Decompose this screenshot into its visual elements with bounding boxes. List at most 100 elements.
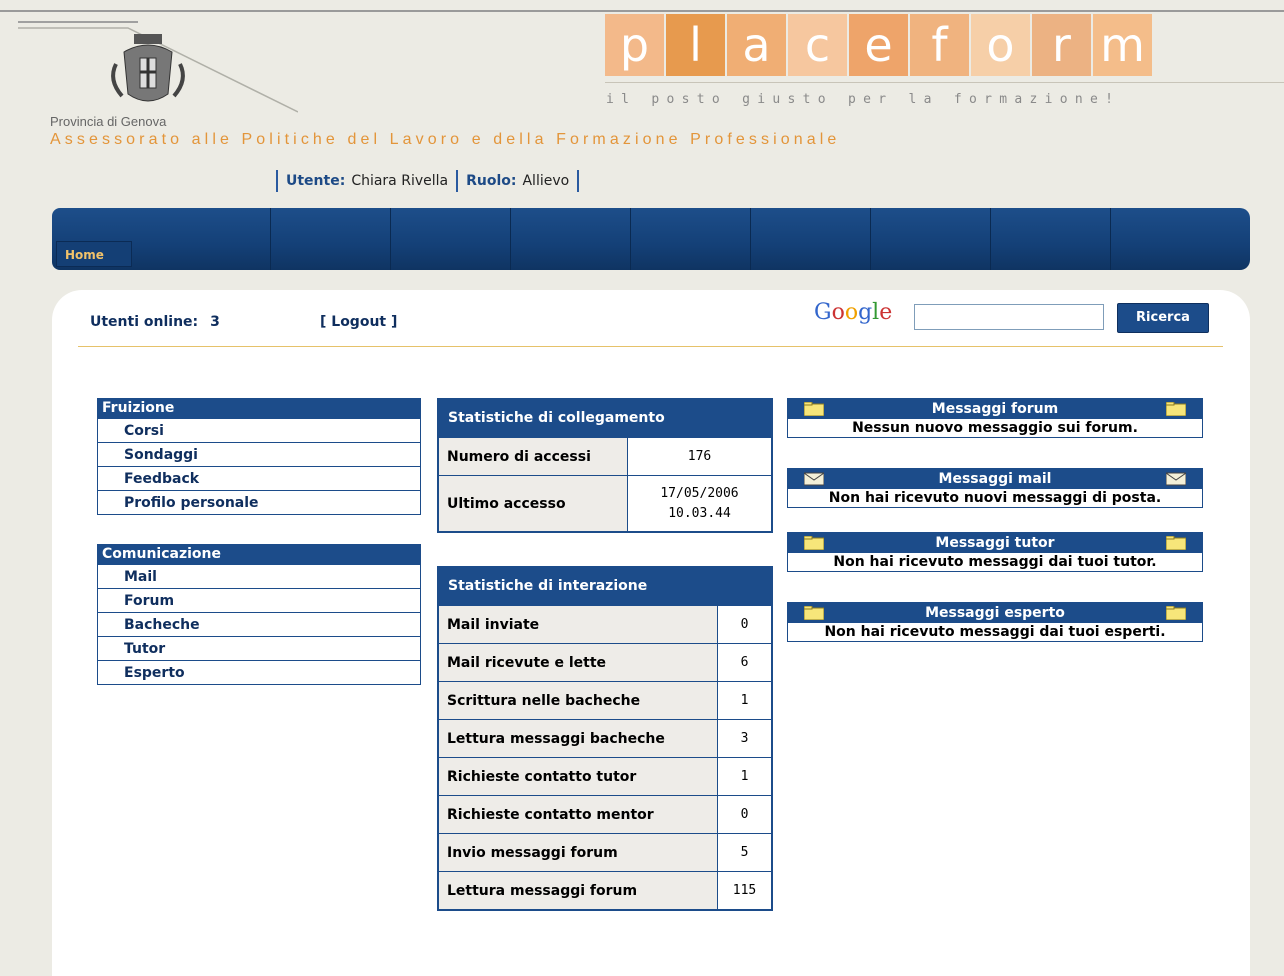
main-content: Utenti online: 3 [ Logout ] Google Ricerc… xyxy=(52,290,1250,976)
online-users-count: 3 xyxy=(210,314,220,330)
message-title[interactable]: Messaggi esperto xyxy=(925,605,1065,621)
online-users-label: Utenti online: xyxy=(90,314,199,330)
logo-letter: a xyxy=(727,14,786,76)
online-users: Utenti online: 3 xyxy=(90,314,220,330)
message-header: Messaggi mail xyxy=(788,469,1202,489)
table-row: Richieste contatto tutor 1 xyxy=(438,757,772,796)
nav-divider xyxy=(870,208,871,270)
row-value: 1 xyxy=(717,681,772,720)
last-access-date: 17/05/2006 xyxy=(660,485,739,501)
menu-fruizione: Fruizione Corsi Sondaggi Feedback Profil… xyxy=(97,398,421,515)
menu-comunicazione: Comunicazione Mail Forum Bacheche Tutor … xyxy=(97,544,421,685)
last-access-time: 10.03.44 xyxy=(668,505,731,521)
row-label: Mail inviate xyxy=(438,605,718,644)
row-value: 0 xyxy=(717,605,772,644)
connection-stats-table: Statistiche di collegamento Numero di ac… xyxy=(437,398,773,533)
menu-item-forum[interactable]: Forum xyxy=(98,588,420,612)
row-label: Lettura messaggi bacheche xyxy=(438,719,718,758)
message-box: Messaggi mail Non hai ricevuto nuovi mess… xyxy=(787,468,1203,508)
logo-letter: e xyxy=(849,14,908,76)
menu-item-corsi[interactable]: Corsi xyxy=(98,418,420,442)
search-input[interactable] xyxy=(914,304,1104,330)
menu-item-bacheche[interactable]: Bacheche xyxy=(98,612,420,636)
nav-tab-home[interactable]: Home xyxy=(56,241,132,267)
message-header: Messaggi esperto xyxy=(788,603,1202,623)
message-title[interactable]: Messaggi forum xyxy=(932,401,1058,417)
message-box: Messaggi tutor Non hai ricevuto messaggi … xyxy=(787,532,1203,572)
row-value: 5 xyxy=(717,833,772,872)
row-label: Ultimo accesso xyxy=(438,475,628,532)
envelope-icon xyxy=(1165,472,1187,486)
envelope-icon xyxy=(803,472,825,486)
menu-item-sondaggi[interactable]: Sondaggi xyxy=(98,442,420,466)
row-label: Lettura messaggi forum xyxy=(438,871,718,910)
logout-link[interactable]: [ Logout ] xyxy=(320,314,397,330)
logo-letter: p xyxy=(605,14,664,76)
menu-title: Comunicazione xyxy=(98,545,420,564)
logo-rule xyxy=(605,82,1284,83)
row-label: Richieste contatto tutor xyxy=(438,757,718,796)
message-header: Messaggi forum xyxy=(788,399,1202,419)
logo-letter: c xyxy=(788,14,847,76)
menu-title: Fruizione xyxy=(98,399,420,418)
nav-divider xyxy=(510,208,511,270)
row-label: Richieste contatto mentor xyxy=(438,795,718,834)
table-row: Mail inviate 0 xyxy=(438,605,772,644)
nav-divider xyxy=(390,208,391,270)
row-label: Mail ricevute e lette xyxy=(438,643,718,682)
row-label: Numero di accessi xyxy=(438,437,628,476)
message-text: Nessun nuovo messaggio sui forum. xyxy=(788,419,1202,437)
row-value: 3 xyxy=(717,719,772,758)
menu-item-tutor[interactable]: Tutor xyxy=(98,636,420,660)
search-button[interactable]: Ricerca xyxy=(1117,303,1209,333)
nav-divider xyxy=(1110,208,1111,270)
nav-divider xyxy=(990,208,991,270)
separator xyxy=(577,170,580,192)
menu-item-esperto[interactable]: Esperto xyxy=(98,660,420,684)
menu-item-feedback[interactable]: Feedback xyxy=(98,466,420,490)
message-box: Messaggi esperto Non hai ricevuto messagg… xyxy=(787,602,1203,642)
table-row: Mail ricevute e lette 6 xyxy=(438,643,772,682)
interaction-stats-table: Statistiche di interazione Mail inviate 0… xyxy=(437,566,773,911)
message-text: Non hai ricevuto messaggi dai tuoi tutor… xyxy=(788,553,1202,571)
logo-letter: m xyxy=(1093,14,1152,76)
folder-icon xyxy=(1165,535,1187,551)
role-label: Ruolo: xyxy=(466,173,517,189)
logo-letter: f xyxy=(910,14,969,76)
table-title: Statistiche di collegamento xyxy=(438,399,772,437)
nav-divider xyxy=(630,208,631,270)
user-label: Utente: xyxy=(286,173,346,189)
message-header: Messaggi tutor xyxy=(788,533,1202,553)
top-rule xyxy=(0,10,1284,12)
table-row: Numero di accessi 176 xyxy=(438,437,772,476)
row-label: Invio messaggi forum xyxy=(438,833,718,872)
logo-letter: r xyxy=(1032,14,1091,76)
folder-icon xyxy=(803,535,825,551)
separator xyxy=(276,170,278,192)
province-crest-icon xyxy=(18,21,298,113)
google-logo: Google xyxy=(814,300,893,325)
menu-item-mail[interactable]: Mail xyxy=(98,564,420,588)
message-title[interactable]: Messaggi mail xyxy=(939,471,1052,487)
separator xyxy=(456,170,459,192)
menu-item-profilo[interactable]: Profilo personale xyxy=(98,490,420,514)
message-text: Non hai ricevuto nuovi messaggi di posta… xyxy=(788,489,1202,507)
row-value: 17/05/2006 10.03.44 xyxy=(627,475,772,532)
table-row: Ultimo accesso 17/05/2006 10.03.44 xyxy=(438,475,772,532)
message-text: Non hai ricevuto messaggi dai tuoi esper… xyxy=(788,623,1202,641)
logo-tagline: il posto giusto per la formazione! xyxy=(606,92,1121,107)
row-value: 6 xyxy=(717,643,772,682)
province-label: Provincia di Genova xyxy=(50,114,167,129)
table-row: Invio messaggi forum 5 xyxy=(438,833,772,872)
table-title: Statistiche di interazione xyxy=(438,567,772,605)
header-crest-area xyxy=(18,16,298,116)
row-value: 1 xyxy=(717,757,772,796)
table-row: Richieste contatto mentor 0 xyxy=(438,795,772,834)
folder-icon xyxy=(1165,401,1187,417)
logo-letter: o xyxy=(971,14,1030,76)
table-row: Lettura messaggi bacheche 3 xyxy=(438,719,772,758)
message-title[interactable]: Messaggi tutor xyxy=(935,535,1054,551)
logo-letter: l xyxy=(666,14,725,76)
assessorato-subtitle: Assessorato alle Politiche del Lavoro e … xyxy=(50,131,841,148)
folder-icon xyxy=(1165,605,1187,621)
